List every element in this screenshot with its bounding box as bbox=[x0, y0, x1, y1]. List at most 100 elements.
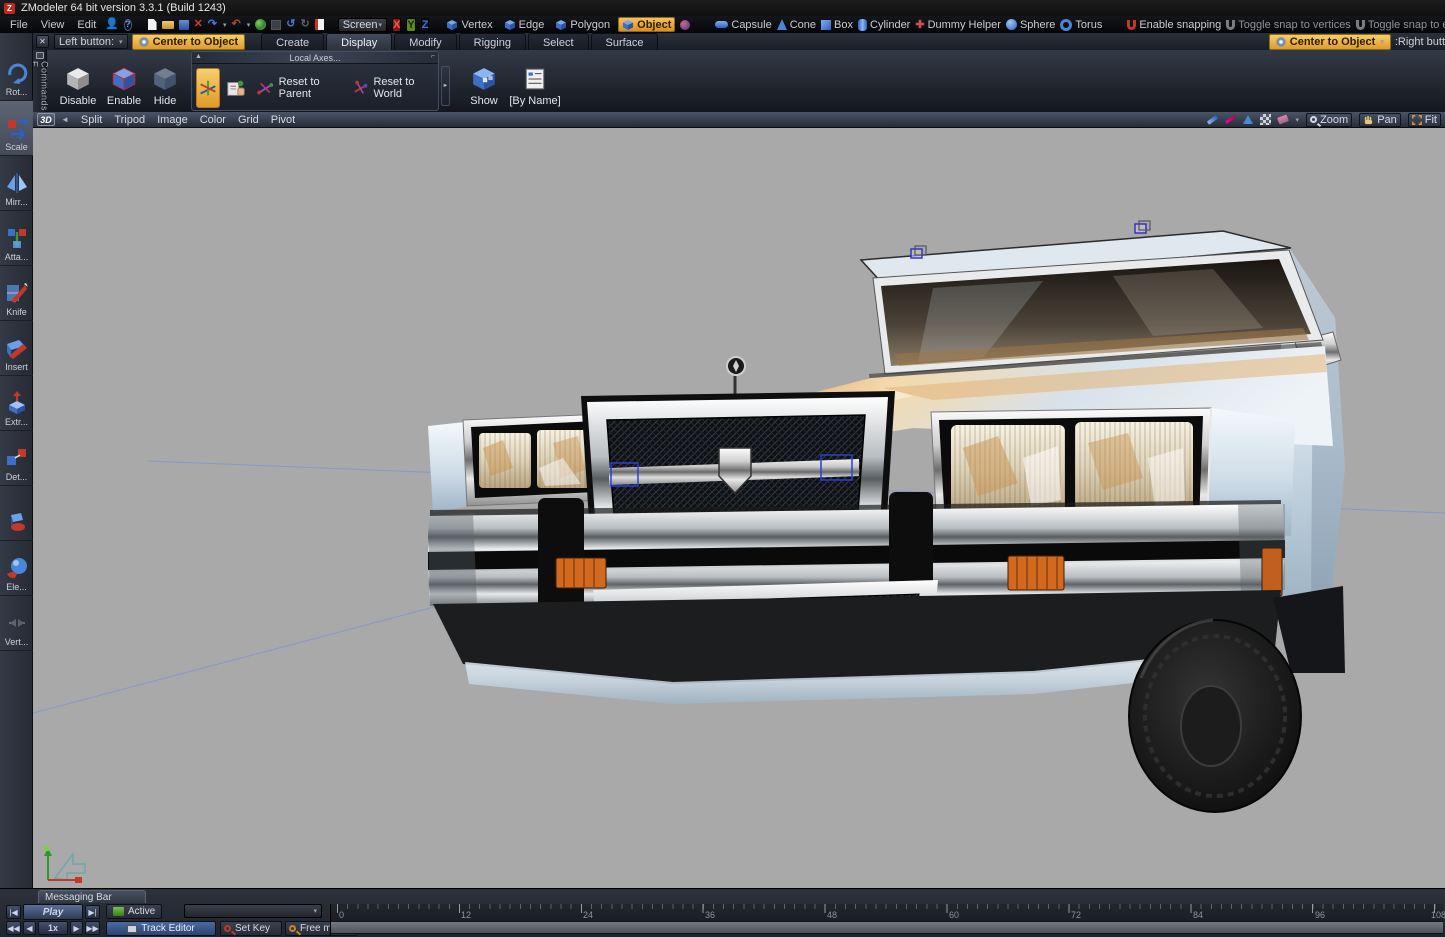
pen-icon[interactable] bbox=[1225, 115, 1236, 124]
fit-tool[interactable]: Fit bbox=[1408, 113, 1441, 127]
timeline-ruler[interactable]: 0 12 24 36 48 60 72 84 96 108 bbox=[331, 904, 1443, 921]
go-end-button[interactable]: ▶| bbox=[85, 905, 100, 919]
fast-forward-button[interactable]: ▶▶ bbox=[85, 921, 100, 935]
tab-select[interactable]: Select bbox=[528, 33, 589, 50]
collapse-icon[interactable]: ▲ bbox=[195, 53, 202, 60]
primitive-box[interactable]: Box bbox=[821, 19, 853, 31]
car-model[interactable] bbox=[428, 231, 1345, 812]
render-icon[interactable] bbox=[255, 18, 266, 32]
checker-icon[interactable] bbox=[1260, 114, 1271, 125]
play-button[interactable]: Play bbox=[23, 904, 83, 920]
pin-icon[interactable] bbox=[36, 52, 44, 59]
tab-modify[interactable]: Modify bbox=[394, 33, 456, 50]
fill-icon[interactable] bbox=[1243, 115, 1253, 124]
tool-knife[interactable]: Knife bbox=[0, 266, 33, 321]
tab-surface[interactable]: Surface bbox=[591, 33, 659, 50]
view-collapse-icon[interactable]: ◄ bbox=[61, 115, 69, 124]
redo-caret[interactable]: ▾ bbox=[223, 21, 227, 29]
viewport-menu-grid[interactable]: Grid bbox=[238, 114, 259, 126]
dummy-helper-2[interactable] bbox=[1135, 221, 1150, 233]
viewport-menu-tripod[interactable]: Tripod bbox=[114, 114, 145, 126]
undo-history-icon[interactable]: ↺ bbox=[286, 18, 295, 32]
primitive-sphere[interactable]: Sphere bbox=[1006, 19, 1055, 31]
disable-button[interactable]: Disable bbox=[55, 52, 101, 110]
show-by-name-button[interactable]: [By Name] bbox=[507, 52, 563, 110]
pan-tool[interactable]: Pan bbox=[1359, 113, 1401, 127]
save-icon[interactable] bbox=[179, 18, 189, 32]
tab-rigging[interactable]: Rigging bbox=[459, 33, 526, 50]
primitive-cylinder[interactable]: Cylinder bbox=[858, 19, 910, 31]
mode-vertex-button[interactable]: Vertex bbox=[443, 17, 495, 32]
viewport-menu-image[interactable]: Image bbox=[157, 114, 188, 126]
step-forward-button[interactable]: ▶ bbox=[70, 921, 83, 935]
track-editor-button[interactable]: Track Editor bbox=[106, 921, 216, 936]
show-axes-toggle[interactable] bbox=[196, 68, 220, 108]
mode-polygon-button[interactable]: Polygon bbox=[552, 17, 613, 32]
undo-icon[interactable]: ↶ bbox=[232, 18, 241, 32]
timeline[interactable]: 0 12 24 36 48 60 72 84 96 108 bbox=[330, 904, 1443, 936]
uv-mode-icon[interactable] bbox=[680, 18, 690, 32]
menu-edit[interactable]: Edit bbox=[73, 19, 100, 31]
view-mode-button[interactable]: 3D bbox=[37, 113, 55, 126]
show-button[interactable]: Show bbox=[461, 52, 507, 110]
redo-icon[interactable]: ↷ bbox=[208, 18, 217, 32]
tool-scale[interactable]: Scale bbox=[0, 101, 33, 156]
reset-to-world-button[interactable]: Reset to World bbox=[346, 68, 434, 108]
mode-edge-button[interactable]: Edge bbox=[501, 17, 548, 32]
right-action-button[interactable]: Center to Object▾ bbox=[1269, 34, 1391, 50]
step-back-button[interactable]: ◀ bbox=[23, 921, 36, 935]
snap-vertices-toggle[interactable]: Toggle snap to vertices bbox=[1226, 19, 1351, 31]
active-toggle[interactable]: Active bbox=[106, 904, 162, 919]
tool-vertices[interactable]: Vert... bbox=[0, 596, 33, 651]
go-start-button[interactable]: |◀ bbox=[6, 905, 21, 919]
enable-snapping-button[interactable]: Enable snapping bbox=[1127, 19, 1221, 31]
hide-button[interactable]: Hide bbox=[147, 52, 183, 110]
snap-edges-toggle[interactable]: Toggle snap to edges bbox=[1356, 19, 1445, 31]
eraser-caret[interactable]: ▾ bbox=[1296, 116, 1300, 124]
group-header[interactable]: ▲ Local Axes... ⌐ bbox=[192, 52, 438, 64]
scene-canvas[interactable] bbox=[33, 128, 1445, 888]
viewport-menu-split[interactable]: Split bbox=[81, 114, 102, 126]
tool-element[interactable]: Ele... bbox=[0, 541, 33, 596]
tab-create[interactable]: Create bbox=[261, 33, 324, 50]
tool-insert[interactable]: Insert bbox=[0, 321, 33, 376]
tool-rotate[interactable]: Rot... bbox=[0, 46, 33, 101]
edit-axes-toggle[interactable] bbox=[224, 68, 247, 108]
tool-attach[interactable]: Atta... bbox=[0, 211, 33, 266]
help-icon[interactable]: ? bbox=[124, 19, 132, 31]
close-panel-button[interactable]: ✕ bbox=[36, 35, 49, 48]
license-icon[interactable]: 👤 bbox=[105, 18, 119, 32]
animation-set-combo[interactable]: ▾ bbox=[184, 904, 322, 918]
axis-x-button[interactable]: X bbox=[392, 18, 401, 32]
primitive-dummy-helper[interactable]: ✚Dummy Helper bbox=[915, 18, 1001, 31]
delete-icon[interactable]: ✕ bbox=[194, 18, 203, 32]
axis-z-button[interactable]: Z bbox=[421, 18, 430, 32]
group-expand-icon[interactable]: ► bbox=[441, 66, 450, 106]
axis-y-button[interactable]: Y bbox=[406, 18, 415, 32]
pencil-icon[interactable] bbox=[1206, 115, 1217, 125]
primitive-cone[interactable]: Cone bbox=[777, 19, 816, 31]
mode-object-button[interactable]: Object bbox=[618, 17, 675, 32]
timeline-slider[interactable] bbox=[331, 921, 1443, 934]
menu-view[interactable]: View bbox=[37, 19, 69, 31]
left-action-button[interactable]: Center to Object bbox=[132, 34, 246, 50]
left-button-dropdown[interactable]: Left button:▾ bbox=[54, 34, 128, 49]
viewport-menu-pivot[interactable]: Pivot bbox=[271, 114, 295, 126]
tool-detach[interactable]: Det... bbox=[0, 431, 33, 486]
messaging-bar-tab[interactable]: Messaging Bar bbox=[38, 890, 146, 903]
tool-mirror[interactable]: Mirr... bbox=[0, 156, 33, 211]
commands-panel-strip[interactable]: Commands E bbox=[33, 50, 47, 112]
zoom-tool[interactable]: Zoom bbox=[1306, 113, 1352, 127]
menu-file[interactable]: File bbox=[6, 19, 32, 31]
eraser-icon[interactable] bbox=[1277, 115, 1289, 125]
reset-to-parent-button[interactable]: Reset to Parent bbox=[251, 68, 342, 108]
undo-caret[interactable]: ▾ bbox=[247, 21, 251, 29]
viewport-menu-color[interactable]: Color bbox=[200, 114, 226, 126]
primitive-capsule[interactable]: Capsule bbox=[715, 19, 771, 31]
enable-button[interactable]: Enable bbox=[101, 52, 147, 110]
viewport-3d[interactable] bbox=[33, 128, 1445, 888]
speed-button[interactable]: 1x bbox=[38, 921, 68, 935]
screen-combo[interactable]: Screen▾ bbox=[338, 18, 387, 32]
set-key-button[interactable]: Set Key bbox=[220, 921, 282, 936]
open-file-icon[interactable] bbox=[162, 18, 174, 32]
